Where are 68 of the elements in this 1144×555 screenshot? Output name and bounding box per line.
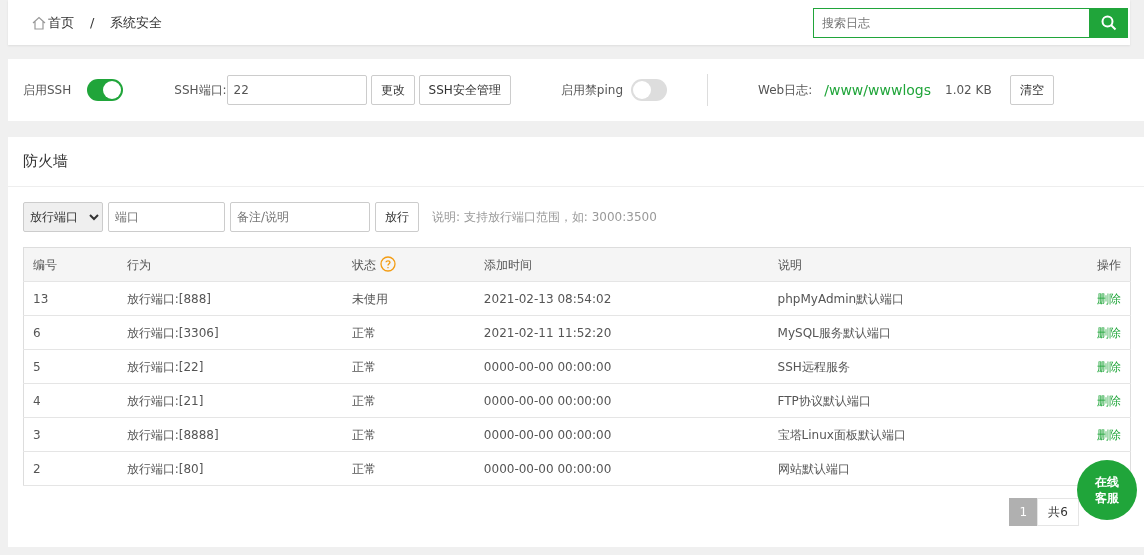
delete-link[interactable]: 删除	[1097, 427, 1121, 442]
table-cell: 4	[23, 383, 118, 418]
table-cell: 未使用	[342, 281, 475, 316]
table-cell: 正常	[342, 315, 475, 350]
column-header: 添加时间	[474, 247, 769, 282]
table-cell: 3	[23, 417, 118, 452]
table-cell: 0000-00-00 00:00:00	[474, 417, 769, 452]
table-cell: 5	[23, 349, 118, 384]
toggle-switch[interactable]	[631, 79, 668, 101]
ssh-manage-button[interactable]: SSH安全管理	[418, 75, 511, 105]
delete-link[interactable]: 删除	[1097, 325, 1121, 340]
action-select[interactable]: 放行端口	[23, 202, 103, 232]
breadcrumb-separator: /	[90, 13, 95, 32]
table-cell: 0000-00-00 00:00:00	[474, 349, 769, 384]
table-cell: 13	[23, 281, 118, 316]
page-total: 共6	[1037, 498, 1079, 526]
table-cell: 6	[23, 315, 118, 350]
table-cell: 2	[23, 451, 118, 486]
table-cell: 2021-02-11 11:52:20	[474, 315, 769, 350]
table-cell: 0000-00-00 00:00:00	[474, 451, 769, 486]
table-cell: SSH远程服务	[768, 349, 1088, 384]
page-button[interactable]: 1	[1009, 498, 1038, 526]
table-cell: 放行端口:[22]	[117, 349, 343, 384]
table-cell: phpMyAdmin默认端口	[768, 281, 1088, 316]
log-size: 1.02 KB	[945, 82, 992, 99]
setting-label: 启用禁ping	[560, 82, 624, 99]
table-cell: 2021-02-13 08:54:02	[474, 281, 769, 316]
home-link[interactable]: 首页	[48, 12, 74, 33]
table-cell: MySQL服务默认端口	[768, 315, 1088, 350]
table-cell: 宝塔Linux面板默认端口	[768, 417, 1088, 452]
setting-label: Web日志:	[758, 82, 813, 99]
delete-link[interactable]: 删除	[1097, 359, 1121, 374]
port-field[interactable]: 端口	[108, 202, 225, 232]
search-button[interactable]	[1090, 7, 1128, 38]
port-field[interactable]: 22	[226, 75, 367, 105]
table-cell: 正常	[342, 417, 475, 452]
table-cell: 放行端口:[21]	[117, 383, 343, 418]
delete-link[interactable]: 删除	[1097, 393, 1121, 408]
toggle-switch[interactable]	[87, 79, 124, 101]
current-page: 系统安全	[110, 13, 163, 32]
column-header: 状态	[351, 257, 376, 272]
delete-link[interactable]: 删除	[1097, 291, 1121, 306]
allow-button[interactable]: 放行	[375, 202, 419, 232]
setting-label: 启用SSH	[23, 82, 72, 99]
column-header: 说明	[768, 247, 1088, 282]
setting-label: SSH端口:	[174, 82, 227, 99]
table-cell: 正常	[342, 349, 475, 384]
help-icon[interactable]	[379, 255, 396, 272]
hint-text: 说明: 支持放行端口范围，如: 3000:3500	[432, 209, 657, 226]
table-cell: 放行端口:[888]	[117, 281, 343, 316]
change-button[interactable]: 更改	[370, 75, 415, 105]
clear-button[interactable]: 清空	[1009, 75, 1054, 105]
home-icon	[32, 15, 46, 30]
section-title: 防火墙	[8, 137, 1144, 187]
table-cell: 正常	[342, 383, 475, 418]
table-cell: FTP协议默认端口	[768, 383, 1088, 418]
column-header: 操作	[1087, 247, 1131, 282]
search-icon	[1101, 14, 1117, 31]
table-cell: 0000-00-00 00:00:00	[474, 383, 769, 418]
table-cell: 放行端口:[8888]	[117, 417, 343, 452]
table-cell: 放行端口:[3306]	[117, 315, 343, 350]
search-field[interactable]: 搜索日志	[813, 7, 1090, 38]
log-path-link[interactable]: /www/wwwlogs	[824, 79, 932, 101]
table-cell: 正常	[342, 451, 475, 486]
note-field[interactable]: 备注/说明	[230, 202, 370, 232]
column-header: 编号	[23, 247, 118, 282]
table-cell: 放行端口:[80]	[117, 451, 343, 486]
column-header: 行为	[117, 247, 343, 282]
